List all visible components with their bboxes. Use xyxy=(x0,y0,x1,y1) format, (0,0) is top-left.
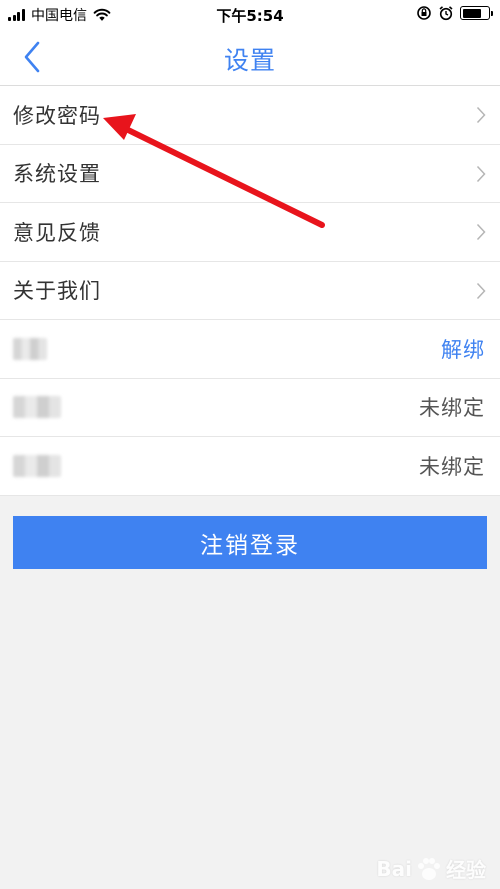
menu-item-label: 修改密码 xyxy=(13,103,101,128)
watermark: Bai 经验 xyxy=(376,854,486,883)
binding-status: 未绑定 xyxy=(419,454,485,479)
menu-item-about-us[interactable]: 关于我们 xyxy=(0,262,500,320)
menu-item-feedback[interactable]: 意见反馈 xyxy=(0,203,500,262)
watermark-text-right: 经验 xyxy=(446,858,486,882)
rotation-lock-icon xyxy=(417,6,431,20)
blurred-account-label xyxy=(13,337,47,360)
binding-row-2[interactable]: 未绑定 xyxy=(0,379,500,437)
chevron-right-icon xyxy=(476,223,486,241)
menu-item-system-settings[interactable]: 系统设置 xyxy=(0,145,500,203)
battery-fill xyxy=(462,8,482,18)
status-bar: 中国电信 下午5:54 xyxy=(0,0,500,28)
blurred-account-label xyxy=(13,396,61,419)
status-right xyxy=(416,5,493,21)
chevron-right-icon xyxy=(476,106,486,124)
menu-item-label: 系统设置 xyxy=(13,162,101,187)
settings-list: 修改密码 系统设置 意见反馈 关于我们 解绑 未绑定 未绑定 xyxy=(0,86,500,496)
unbind-link[interactable]: 解绑 xyxy=(441,334,485,364)
logout-button[interactable]: 注销登录 xyxy=(13,516,487,569)
menu-item-label: 意见反馈 xyxy=(13,220,101,245)
watermark-text-left: Bai xyxy=(376,856,412,881)
nav-bar: 设置 xyxy=(0,28,500,86)
binding-status: 未绑定 xyxy=(419,396,485,421)
chevron-right-icon xyxy=(476,282,486,299)
battery-icon xyxy=(460,6,493,20)
blurred-account-label xyxy=(13,454,61,477)
binding-row-1: 解绑 xyxy=(0,320,500,379)
menu-item-change-password[interactable]: 修改密码 xyxy=(0,86,500,145)
chevron-right-icon xyxy=(476,165,486,182)
page-title: 设置 xyxy=(223,46,276,75)
paw-logo-icon xyxy=(418,857,440,880)
binding-row-3[interactable]: 未绑定 xyxy=(0,437,500,496)
alarm-icon xyxy=(439,6,453,21)
menu-item-label: 关于我们 xyxy=(13,279,101,304)
